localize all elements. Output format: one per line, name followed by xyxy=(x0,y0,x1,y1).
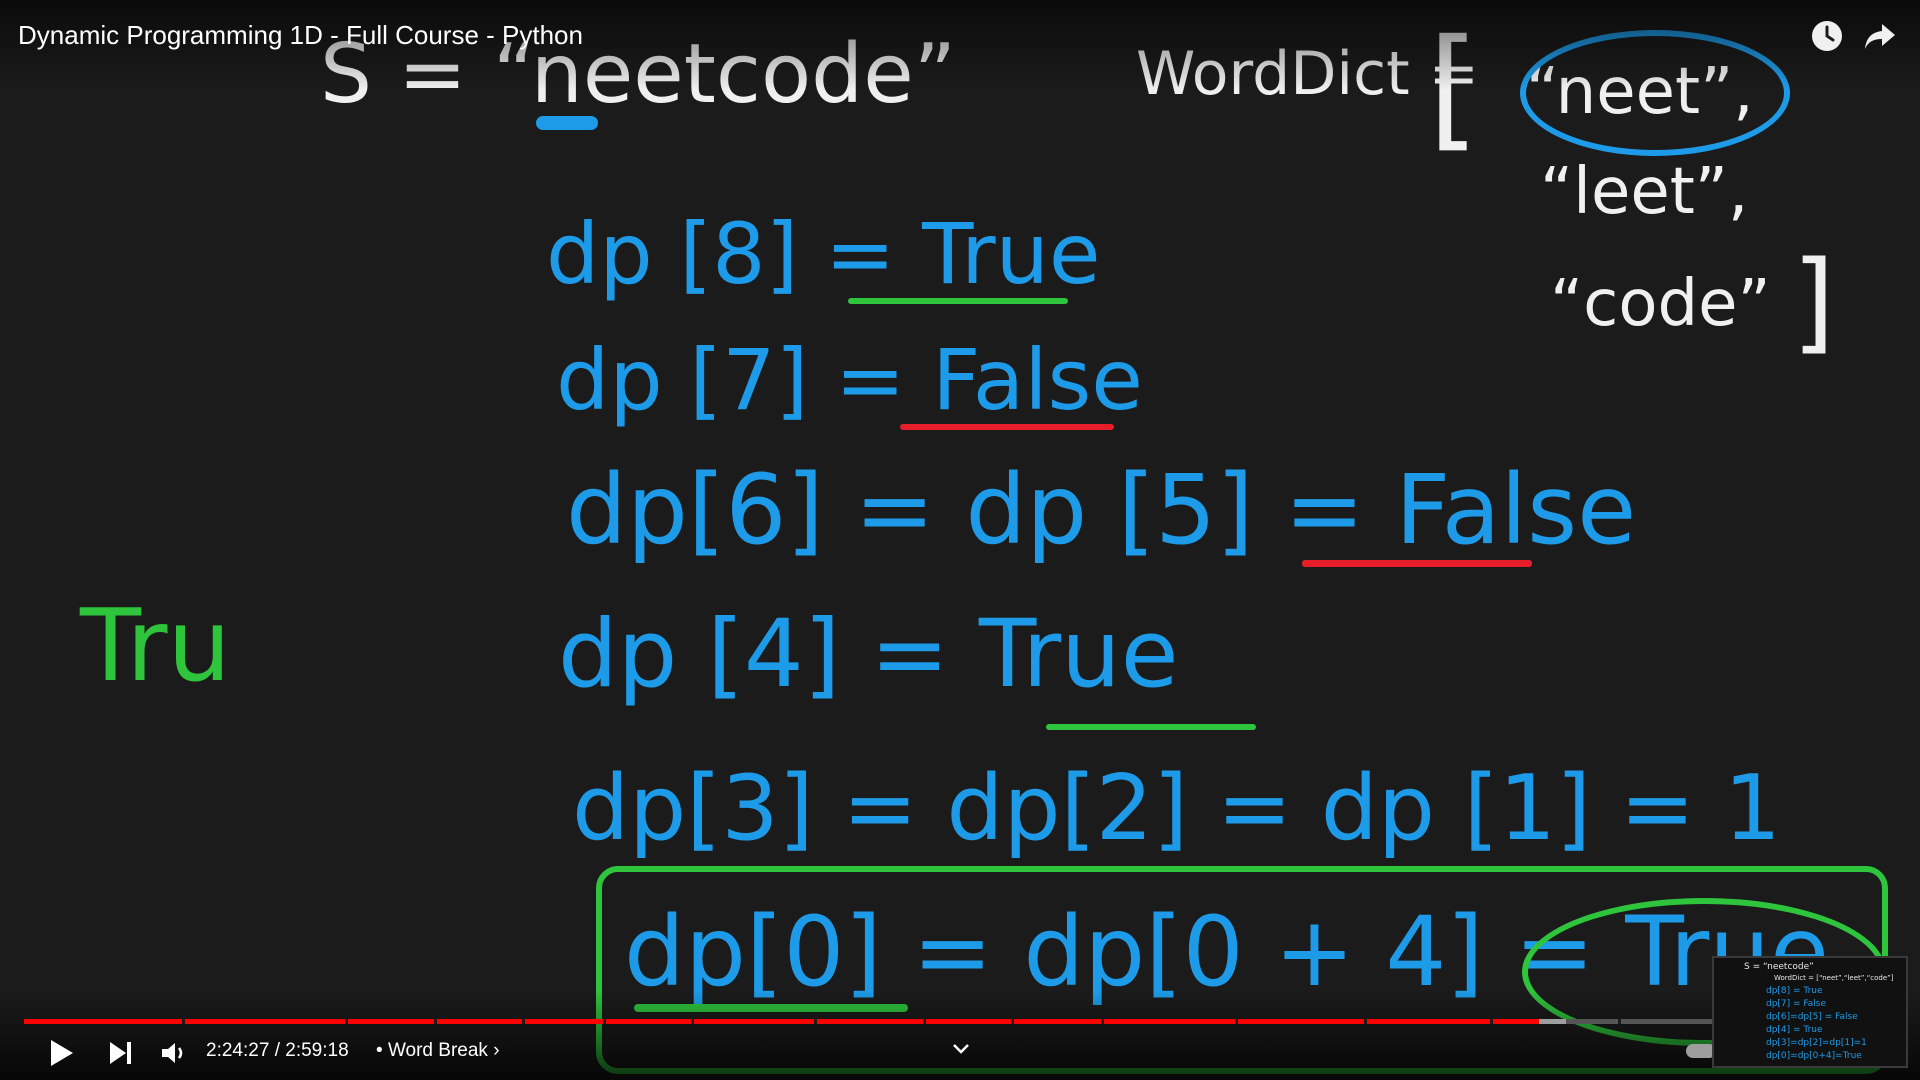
thumb-line-5: dp[0]=dp[0+4]=True xyxy=(1766,1051,1862,1061)
underline-green-4 xyxy=(1046,724,1256,730)
chapter-gap-marker xyxy=(1618,1019,1622,1024)
preview-thumbnail[interactable]: S = “neetcode” WordDict = [“neet”,“leet”… xyxy=(1712,956,1908,1068)
chapter-gap-marker xyxy=(922,1019,926,1024)
chapter-gap-marker xyxy=(1234,1019,1238,1024)
play-button[interactable] xyxy=(44,1036,78,1070)
dp-line-4: dp [4] = True xyxy=(558,600,1179,709)
word-leet: “leet”, xyxy=(1540,155,1749,229)
chapter-gap-marker xyxy=(181,1019,185,1024)
time-display: 2:24:27 / 2:59:18 xyxy=(206,1040,349,1062)
thumb-dict: WordDict = [“neet”,“leet”,“code”] xyxy=(1774,974,1894,982)
chapter-gap-marker xyxy=(345,1019,349,1024)
next-button[interactable] xyxy=(106,1036,136,1070)
chapter-title: Word Break xyxy=(387,1040,488,1061)
thumb-line-0: dp[8] = True xyxy=(1766,986,1823,996)
time-separator: / xyxy=(274,1040,280,1061)
worddict-close-bracket: ] xyxy=(1792,237,1835,365)
video-title[interactable]: Dynamic Programming 1D - Full Course - P… xyxy=(18,20,583,51)
total-time: 2:59:18 xyxy=(285,1040,349,1061)
dp-line-8: dp [8] = True xyxy=(546,205,1101,303)
chapter-gap-marker xyxy=(603,1019,607,1024)
volume-button[interactable] xyxy=(158,1036,188,1070)
chapter-gap-marker xyxy=(433,1019,437,1024)
whiteboard-canvas: S = “neetcode” WordDict = [ “neet”, “lee… xyxy=(0,0,1920,1080)
thumb-line-2: dp[6]=dp[5] = False xyxy=(1766,1012,1858,1022)
chapter-dot: • xyxy=(376,1040,383,1061)
share-icon[interactable] xyxy=(1862,18,1898,54)
chapter-gap-marker xyxy=(1011,1019,1014,1024)
dp-line-3: dp[3] = dp[2] = dp [1] = 1 xyxy=(572,756,1781,861)
side-note-tru: Tru xyxy=(80,587,231,704)
expand-chevron-icon[interactable] xyxy=(952,1042,970,1056)
word-code: “code” xyxy=(1550,267,1771,341)
chapter-gap-marker xyxy=(813,1019,817,1024)
play-icon xyxy=(51,1040,73,1066)
chapter-gap-marker xyxy=(1364,1019,1368,1024)
chapter-gap-marker xyxy=(522,1019,526,1024)
underline-red-7 xyxy=(900,424,1114,430)
pointer-mark xyxy=(536,116,598,130)
chapter-button[interactable]: • Word Break › xyxy=(376,1040,500,1062)
thumb-s-line: S = “neetcode” xyxy=(1744,962,1814,972)
thumb-line-4: dp[3]=dp[2]=dp[1]=1 xyxy=(1766,1038,1867,1048)
underline-green-8 xyxy=(848,298,1068,304)
bottom-overlay xyxy=(0,990,1920,1080)
chapter-arrow-icon: › xyxy=(493,1040,500,1061)
chapter-gap-marker xyxy=(691,1019,695,1024)
chapter-gap-marker xyxy=(1490,1019,1494,1024)
current-time: 2:24:27 xyxy=(206,1040,270,1061)
thumb-line-3: dp[4] = True xyxy=(1766,1025,1823,1035)
chapter-gap-marker xyxy=(1101,1019,1105,1024)
dp-line-7: dp [7] = False xyxy=(556,331,1143,429)
dp-line-6: dp[6] = dp [5] = False xyxy=(566,454,1637,566)
thumb-line-1: dp[7] = False xyxy=(1766,999,1827,1009)
progress-bar[interactable] xyxy=(24,1019,1904,1024)
watch-later-icon[interactable] xyxy=(1809,18,1845,54)
progress-played xyxy=(24,1019,1540,1024)
underline-red-6 xyxy=(1302,560,1532,567)
